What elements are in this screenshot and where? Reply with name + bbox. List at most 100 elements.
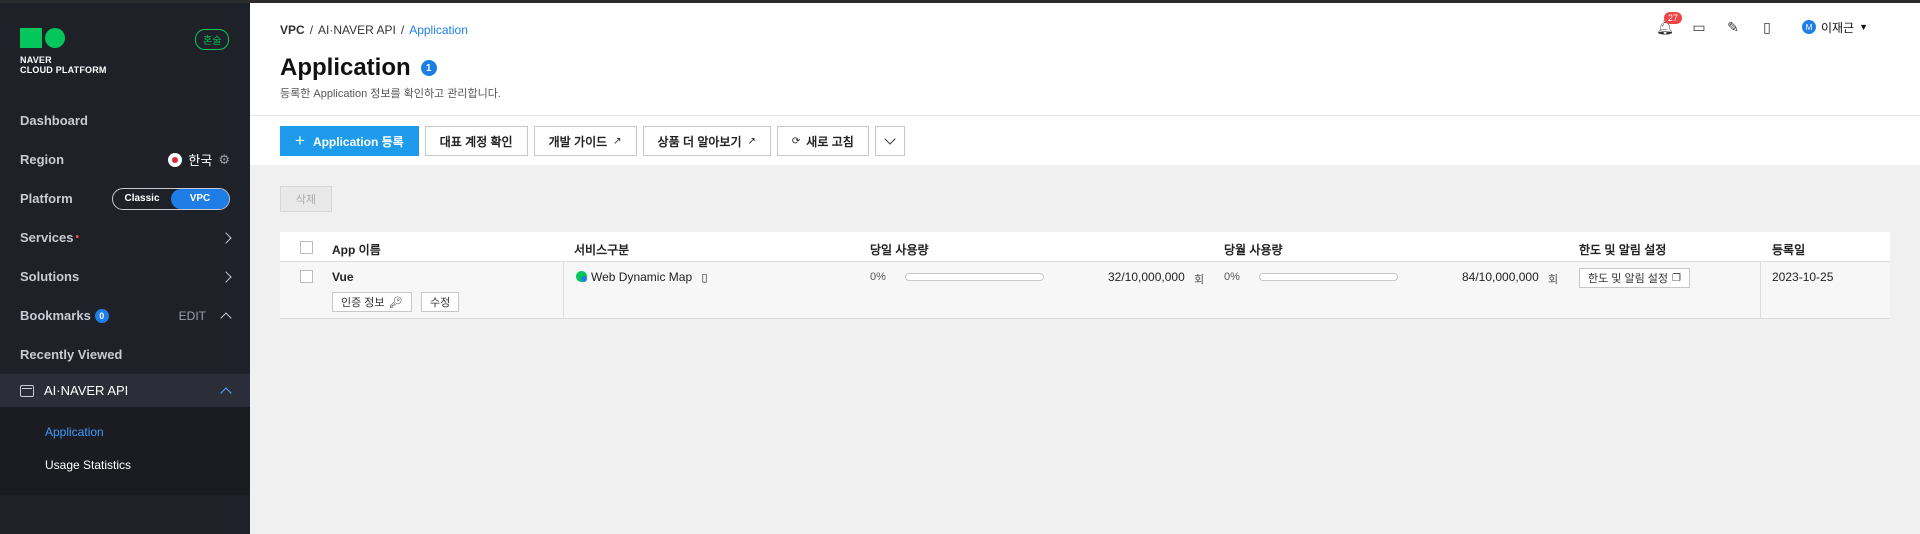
learn-more-button[interactable]: 상품 더 알아보기 ↗: [642, 126, 771, 156]
logo-text: NAVER CLOUD PLATFORM: [20, 55, 107, 75]
monthly-usage-value: 84/10,000,000: [1462, 270, 1539, 284]
sidebar-item-platform: Platform Classic VPC: [0, 179, 250, 218]
select-all-checkbox[interactable]: [300, 241, 313, 254]
account-badge[interactable]: 혼술: [195, 29, 230, 50]
page-title: Application 1: [280, 54, 437, 82]
daily-usage-value: 32/10,000,000: [1108, 270, 1185, 284]
window-top-border: [0, 0, 1920, 3]
sidebar: NAVER CLOUD PLATFORM 혼술 Dashboard Region…: [0, 0, 250, 534]
sidebar-item-label: Region: [20, 152, 65, 167]
refresh-label: 새로 고침: [806, 134, 854, 149]
registered-date: 2023-10-25: [1772, 270, 1834, 284]
api-window-icon: [20, 384, 34, 397]
sidebar-section-ai-naver-api[interactable]: AI·NAVER API: [0, 374, 250, 407]
chevron-down-icon: [884, 133, 896, 145]
row-checkbox[interactable]: [300, 270, 313, 283]
limit-settings-button[interactable]: 한도 및 알림 설정 ❐: [1579, 268, 1690, 288]
column-header-limit-settings: 한도 및 알림 설정: [1579, 243, 1667, 257]
service-type: Web Dynamic Map ▯: [576, 270, 708, 284]
check-account-button[interactable]: 대표 계정 확인: [424, 126, 528, 156]
refresh-button[interactable]: ⟳ 새로 고침: [776, 126, 869, 156]
monthly-usage-percent: 0%: [1224, 271, 1240, 283]
more-options-button[interactable]: [874, 126, 905, 156]
sidebar-subitem-usage-statistics[interactable]: Usage Statistics: [45, 458, 131, 472]
application-table: App 이름 서비스구분 당일 사용량 당월 사용량 한도 및 알림 설정 등록…: [280, 232, 1890, 319]
toolbar: + Application 등록 대표 계정 확인 개발 가이드 ↗ 상품 더 …: [280, 126, 905, 156]
user-menu[interactable]: M 이재근 ▼: [1801, 19, 1868, 36]
sidebar-submenu: Application Usage Statistics: [0, 407, 250, 495]
dev-guide-button[interactable]: 개발 가이드 ↗: [533, 126, 637, 156]
edit-app-button[interactable]: 수정: [421, 292, 460, 312]
sidebar-item-label: Platform: [20, 191, 73, 206]
external-link-icon: ↗: [747, 135, 756, 147]
platform-vpc-option[interactable]: VPC: [171, 188, 229, 209]
column-header-service: 서비스구분: [574, 243, 630, 257]
korea-flag-icon: [168, 152, 183, 167]
sidebar-item-region: Region 한국 ⚙: [0, 140, 250, 179]
chevron-up-icon[interactable]: [220, 386, 232, 399]
key-icon: 🔑︎: [388, 296, 403, 309]
breadcrumb-separator: /: [400, 23, 405, 37]
sidebar-item-services[interactable]: Services •: [0, 218, 250, 257]
page-title-text: Application: [280, 54, 411, 81]
page-header: VPC / AI·NAVER API / Application 🔔︎ 27 ▭…: [250, 0, 1920, 165]
sidebar-item-dashboard[interactable]: Dashboard: [0, 101, 250, 140]
limit-settings-label: 한도 및 알림 설정: [1588, 273, 1669, 285]
delete-button[interactable]: 삭제: [280, 186, 332, 212]
gear-icon[interactable]: ⚙: [218, 152, 230, 168]
edit-note-icon[interactable]: ✎: [1724, 18, 1742, 36]
platform-toggle[interactable]: Classic VPC: [112, 187, 230, 210]
logo-circle: [45, 28, 65, 48]
caret-down-icon: ▼: [1859, 22, 1868, 32]
book-icon[interactable]: ▯: [702, 272, 708, 284]
sidebar-item-label: Bookmarks: [20, 308, 91, 323]
notification-count-badge: 27: [1663, 12, 1682, 24]
chevron-right-icon: [220, 231, 232, 244]
book-icon[interactable]: ▯: [1758, 18, 1776, 36]
region-selector[interactable]: 한국 ⚙: [168, 150, 230, 169]
sidebar-item-label: Services: [20, 230, 74, 245]
check-account-label: 대표 계정 확인: [439, 134, 513, 149]
column-header-registered-date: 등록일: [1772, 243, 1806, 257]
sidebar-item-label: Recently Viewed: [20, 347, 123, 362]
table-header: App 이름 서비스구분 당일 사용량 당월 사용량 한도 및 알림 설정 등록…: [280, 232, 1890, 262]
region-value: 한국: [188, 153, 213, 168]
platform-classic-option[interactable]: Classic: [113, 189, 171, 209]
auth-info-label: 인증 정보: [341, 297, 385, 309]
column-header-app-name: App 이름: [332, 243, 381, 257]
auth-info-button[interactable]: 인증 정보 🔑︎: [332, 292, 412, 312]
breadcrumb-vpc[interactable]: VPC: [280, 23, 305, 37]
column-divider: [563, 262, 564, 319]
bookmarks-edit-button[interactable]: EDIT: [179, 309, 206, 323]
breadcrumb-application: Application: [409, 23, 468, 37]
service-name: Web Dynamic Map: [591, 270, 693, 284]
chat-icon[interactable]: ▭: [1690, 18, 1708, 36]
monthly-usage-unit: 회: [1548, 274, 1559, 286]
monthly-usage-bar: [1259, 273, 1398, 281]
avatar: M: [1801, 20, 1816, 34]
notification-bell-icon[interactable]: 🔔︎ 27: [1656, 12, 1682, 36]
logo-square: [20, 28, 42, 48]
page-description: 등록한 Application 정보를 확인하고 관리합니다.: [280, 88, 501, 100]
register-application-label: Application 등록: [312, 134, 404, 149]
daily-usage-bar: [905, 273, 1044, 281]
map-service-icon: [576, 271, 587, 282]
breadcrumb-ai-naver-api[interactable]: AI·NAVER API: [318, 23, 396, 37]
sidebar-subitem-application[interactable]: Application: [45, 425, 104, 439]
dev-guide-label: 개발 가이드: [548, 134, 608, 149]
naver-cloud-logo[interactable]: NAVER CLOUD PLATFORM: [20, 28, 107, 75]
breadcrumb: VPC / AI·NAVER API / Application: [280, 23, 468, 37]
register-application-button[interactable]: + Application 등록: [280, 126, 419, 156]
table-row: Vue 인증 정보 🔑︎ 수정 Web Dynamic Map ▯ 0% 32/…: [280, 262, 1890, 319]
column-header-monthly-usage: 당월 사용량: [1224, 243, 1283, 257]
logo-line-2: CLOUD PLATFORM: [20, 65, 107, 75]
sidebar-item-solutions[interactable]: Solutions: [0, 257, 250, 296]
logo-mark: [20, 28, 107, 48]
sidebar-item-bookmarks[interactable]: Bookmarks 0 EDIT: [0, 296, 250, 335]
user-name: 이재근: [1820, 20, 1855, 35]
chevron-up-icon[interactable]: [220, 311, 232, 324]
app-name: Vue: [332, 270, 354, 284]
daily-usage-percent: 0%: [870, 271, 886, 283]
sidebar-item-recently-viewed[interactable]: Recently Viewed: [0, 335, 250, 374]
popup-window-icon: ❐: [1672, 272, 1681, 284]
